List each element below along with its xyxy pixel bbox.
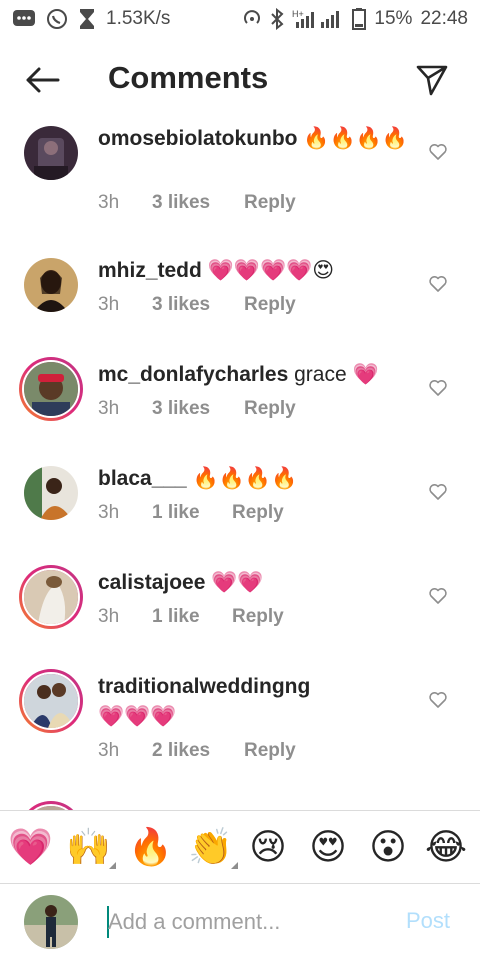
bluetooth-icon [270, 8, 284, 30]
comment-time: 3h [98, 294, 120, 315]
like-heart-icon[interactable] [428, 274, 448, 294]
reply-button[interactable]: Reply [232, 606, 284, 628]
emoji-fire-button[interactable]: 🔥 [128, 825, 173, 869]
reply-button[interactable]: Reply [244, 294, 296, 316]
reply-button[interactable]: Reply [244, 398, 296, 420]
like-heart-icon[interactable] [428, 378, 448, 398]
comment-time: 3h [98, 502, 120, 523]
comment-meta: 3h 3 likes Reply [98, 398, 296, 420]
comment-username[interactable]: mc_donlafycharles [98, 363, 288, 386]
battery-icon [352, 8, 367, 30]
comment-item: traditionalweddingng 💗💗💗 3h 2 likes Repl… [0, 666, 480, 802]
emoji-heart-eyes-button[interactable]: 😍 [306, 825, 350, 869]
post-button[interactable]: Post [406, 908, 450, 934]
avatar[interactable] [24, 126, 78, 180]
emoji-quick-bar: 💗 🙌 🔥 👏 😢 😍 😮 😂 [0, 810, 480, 884]
like-heart-icon[interactable] [428, 586, 448, 606]
comment-meta: 3h 3 likes Reply [98, 192, 296, 214]
avatar-with-story-ring[interactable] [19, 669, 83, 733]
emoji-cry-button[interactable]: 😢 [246, 825, 290, 869]
header: Comments [0, 50, 480, 110]
comment-item: mhiz_tedd 💗💗💗💗😍 3h 3 likes Reply [0, 252, 480, 356]
comment-text: 💗💗💗💗😍 [207, 259, 335, 282]
whatsapp-icon [46, 8, 68, 30]
avatar-with-story-ring[interactable] [19, 801, 83, 810]
comment-username[interactable]: blaca___ [98, 467, 187, 490]
emoji-clap-button[interactable]: 👏 [188, 825, 238, 869]
emoji-clap-glyph: 👏 [188, 826, 233, 867]
comment-item: blaca___ 🔥🔥🔥🔥 3h 1 like Reply [0, 458, 480, 562]
reply-button[interactable]: Reply [244, 740, 296, 762]
like-heart-icon[interactable] [428, 482, 448, 502]
emoji-raising-hands-button[interactable]: 🙌 [66, 825, 116, 869]
comment-meta: 3h 1 like Reply [98, 502, 284, 524]
emoji-laughing-button[interactable]: 😂 [424, 825, 468, 869]
skin-tone-indicator [231, 862, 238, 869]
status-bar: 1.53K/s H+ 15% 22:48 [0, 0, 480, 38]
reply-button[interactable]: Reply [232, 502, 284, 524]
hotspot-icon [242, 9, 262, 29]
comment-composer: Post [0, 884, 480, 960]
comment-item: calistajoee 💗💗 3h 1 like Reply [0, 562, 480, 666]
hourglass-icon [78, 8, 96, 30]
comment-time: 3h [98, 192, 120, 213]
svg-text:H+: H+ [292, 9, 304, 19]
send-icon [416, 65, 448, 96]
like-heart-icon[interactable] [428, 690, 448, 710]
signal-icon: H+ [292, 8, 344, 30]
comment-content: traditionalweddingng 💗💗💗 [98, 672, 410, 732]
my-avatar [24, 895, 78, 949]
comment-time: 3h [98, 606, 120, 627]
comments-list[interactable]: omosebiolatokunbo 🔥🔥🔥🔥 3h 3 likes Reply … [0, 118, 480, 810]
avatar[interactable] [24, 466, 78, 520]
comment-likes[interactable]: 1 like [152, 606, 232, 628]
avatar-with-story-ring[interactable] [19, 357, 83, 421]
comment-time: 3h [98, 398, 120, 419]
share-button[interactable] [412, 60, 452, 100]
comment-likes[interactable]: 1 like [152, 502, 232, 524]
comment-text: 💗💗 [211, 571, 264, 594]
comment-item: mc_donlafycharles grace 💗 3h 3 likes Rep… [0, 354, 480, 458]
comment-likes[interactable]: 2 likes [152, 740, 244, 762]
comment-username[interactable]: mhiz_tedd [98, 259, 202, 282]
comment-likes[interactable]: 3 likes [152, 192, 244, 214]
comment-text: 🔥🔥🔥🔥 [192, 467, 298, 490]
message-icon [12, 9, 36, 29]
network-speed: 1.53K/s [106, 8, 171, 29]
battery-level: 15% [374, 8, 413, 29]
comment-content: blaca___ 🔥🔥🔥🔥 [98, 464, 410, 494]
emoji-raising-hands-glyph: 🙌 [66, 826, 111, 867]
comment-time: 3h [98, 740, 120, 761]
comment-content: calistajoee 💗💗 [98, 568, 410, 598]
comment-meta: 3h 2 likes Reply [98, 740, 296, 762]
comment-content: omosebiolatokunbo 🔥🔥🔥🔥 [98, 124, 410, 154]
comment-username[interactable]: traditionalweddingng [98, 675, 310, 698]
comment-meta: 3h 3 likes Reply [98, 294, 296, 316]
comment-content: mhiz_tedd 💗💗💗💗😍 [98, 256, 410, 286]
arrow-left-icon [26, 67, 60, 93]
back-button[interactable] [22, 62, 62, 98]
avatar-with-story-ring[interactable] [19, 565, 83, 629]
emoji-heart-button[interactable]: 💗 [8, 825, 53, 869]
comment-text: grace 💗 [294, 363, 379, 386]
skin-tone-indicator [109, 862, 116, 869]
comment-meta: 3h 1 like Reply [98, 606, 284, 628]
comment-likes[interactable]: 3 likes [152, 398, 244, 420]
comment-input[interactable] [108, 904, 398, 940]
comment-text: 🔥🔥🔥🔥 [303, 127, 408, 150]
comment-content: mc_donlafycharles grace 💗 [98, 360, 410, 390]
comment-username[interactable]: omosebiolatokunbo [98, 127, 298, 150]
comment-text: 💗💗💗 [98, 705, 177, 728]
comment-username[interactable]: calistajoee [98, 571, 205, 594]
reply-button[interactable]: Reply [244, 192, 296, 214]
like-heart-icon[interactable] [428, 142, 448, 162]
comment-item: omosebiolatokunbo 🔥🔥🔥🔥 3h 3 likes Reply [0, 118, 480, 222]
comment-item-partial [0, 798, 480, 810]
comment-likes[interactable]: 3 likes [152, 294, 244, 316]
avatar[interactable] [24, 258, 78, 312]
page-title: Comments [108, 60, 269, 95]
clock: 22:48 [420, 8, 468, 29]
emoji-surprised-button[interactable]: 😮 [366, 825, 410, 869]
